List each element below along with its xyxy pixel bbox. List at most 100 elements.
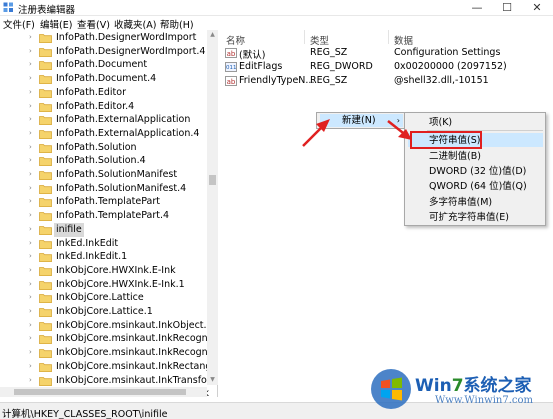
menu-file[interactable]: 文件(F) bbox=[3, 17, 35, 31]
column-header-name[interactable]: 名称 bbox=[226, 33, 245, 47]
folder-icon bbox=[39, 239, 52, 249]
expand-chevron-icon[interactable]: › bbox=[29, 212, 36, 219]
value-row[interactable]: ab FriendlyTypeN... REG_SZ @shell32.dll,-10… bbox=[222, 74, 553, 88]
tree-item[interactable]: › InkObjCore.Lattice bbox=[0, 291, 208, 305]
value-type: REG_SZ bbox=[310, 75, 348, 86]
tree-item-label: InkObjCore.msinkaut.InkRecognizerG bbox=[56, 333, 218, 345]
tree-item[interactable]: › InfoPath.TemplatePart.4 bbox=[0, 209, 208, 223]
close-button[interactable]: ✕ bbox=[522, 0, 552, 16]
expand-chevron-icon[interactable]: › bbox=[29, 198, 36, 205]
expand-chevron-icon[interactable]: › bbox=[29, 171, 36, 178]
expand-chevron-icon[interactable]: › bbox=[29, 253, 36, 260]
expand-chevron-icon[interactable]: › bbox=[29, 157, 36, 164]
submenu-item-binary-value[interactable]: 二进制值(B) bbox=[429, 150, 481, 163]
scroll-up-icon[interactable]: ▲ bbox=[207, 30, 218, 40]
submenu-item-key[interactable]: 项(K) bbox=[429, 116, 452, 129]
expand-chevron-icon[interactable]: › bbox=[29, 129, 36, 137]
folder-icon bbox=[39, 198, 52, 208]
tree-item[interactable]: › InfoPath.Editor.4 bbox=[0, 100, 208, 114]
expand-chevron-icon[interactable]: › bbox=[29, 88, 36, 96]
tree-item-label: InfoPath.Editor.4 bbox=[56, 100, 135, 112]
submenu-item-multi-string-value[interactable]: 多字符串值(M) bbox=[429, 196, 492, 209]
tree-item[interactable]: › InfoPath.SolutionManifest bbox=[0, 168, 208, 182]
tree-item[interactable]: › InkObjCore.HWXInk.E-Ink.1 bbox=[0, 278, 208, 292]
tree-item[interactable]: › InfoPath.TemplatePart bbox=[0, 195, 208, 209]
submenu-item-dword-value[interactable]: DWORD (32 位)值(D) bbox=[429, 165, 526, 178]
registry-key-tree[interactable]: › InfoPath.DesignerWordImport › InfoPath.De… bbox=[0, 30, 218, 397]
expand-chevron-icon[interactable]: › bbox=[29, 321, 36, 329]
site-watermark: Win7系统之家 Www.Winwin7.com bbox=[365, 363, 553, 417]
column-divider[interactable] bbox=[388, 30, 389, 44]
tree-item[interactable]: › InfoPath.Solution.4 bbox=[0, 154, 208, 168]
tree-horizontal-scrollbar[interactable] bbox=[0, 387, 207, 397]
menu-help[interactable]: 帮助(H) bbox=[160, 17, 194, 31]
watermark-brand: Win7系统之家 bbox=[415, 371, 532, 396]
tree-item[interactable]: › InkObjCore.msinkaut.InkObject.1 bbox=[0, 319, 213, 333]
scroll-down-icon[interactable]: ▼ bbox=[207, 375, 218, 385]
tree-item[interactable]: › InfoPath.ExternalApplication.4 bbox=[0, 127, 208, 141]
tree-item-label: InfoPath.Editor bbox=[56, 86, 126, 98]
expand-chevron-icon[interactable]: › bbox=[29, 143, 36, 151]
tree-item[interactable]: › InfoPath.SolutionManifest.4 bbox=[0, 182, 208, 196]
watermark-url: Www.Winwin7.com bbox=[435, 395, 533, 406]
value-row[interactable]: ab (默认) REG_SZ Configuration Settings bbox=[222, 46, 553, 61]
tree-item[interactable]: › InkObjCore.msinkaut.InkRecognizerG bbox=[0, 332, 217, 346]
expand-chevron-icon[interactable]: › bbox=[29, 335, 36, 342]
tree-item[interactable]: › InkObjCore.HWXInk.E-Ink bbox=[0, 264, 208, 278]
expand-chevron-icon[interactable]: › bbox=[29, 362, 36, 370]
expand-chevron-icon[interactable]: › bbox=[29, 239, 36, 247]
expand-chevron-icon[interactable]: › bbox=[29, 61, 36, 68]
expand-chevron-icon[interactable]: › bbox=[29, 75, 36, 82]
tree-item[interactable]: › InfoPath.DesignerWordImport.4 bbox=[0, 45, 208, 59]
menu-view[interactable]: 查看(V) bbox=[77, 17, 110, 31]
folder-icon bbox=[39, 266, 52, 276]
new-menu-item[interactable]: 新建(N) › bbox=[320, 114, 403, 127]
maximize-button[interactable]: ☐ bbox=[492, 0, 522, 16]
submenu-item-expandable-string-value[interactable]: 可扩充字符串值(E) bbox=[429, 211, 509, 224]
tree-item[interactable]: › InfoPath.Document.4 bbox=[0, 72, 208, 86]
tree-item[interactable]: › InfoPath.DesignerWordImport bbox=[0, 31, 208, 45]
expand-chevron-icon[interactable]: › bbox=[29, 184, 36, 192]
folder-icon bbox=[39, 321, 52, 331]
tree-item[interactable]: › InfoPath.ExternalApplication bbox=[0, 113, 208, 127]
minimize-button[interactable]: — bbox=[462, 0, 492, 16]
tree-item[interactable]: › InfoPath.Editor bbox=[0, 86, 208, 100]
expand-chevron-icon[interactable]: › bbox=[29, 266, 36, 274]
menu-favorites[interactable]: 收藏夹(A) bbox=[114, 17, 156, 31]
folder-icon bbox=[39, 157, 52, 167]
expand-chevron-icon[interactable]: › bbox=[29, 116, 36, 123]
expand-chevron-icon[interactable]: › bbox=[29, 280, 36, 288]
tree-vertical-scrollbar[interactable]: ▲ ▼ bbox=[207, 30, 218, 385]
tree-item[interactable]: › InkObjCore.Lattice.1 bbox=[0, 305, 208, 319]
expand-chevron-icon[interactable]: › bbox=[29, 47, 36, 55]
expand-chevron-icon[interactable]: › bbox=[29, 294, 36, 301]
menu-edit[interactable]: 编辑(E) bbox=[40, 17, 72, 31]
expand-chevron-icon[interactable]: › bbox=[29, 225, 36, 233]
tree-item[interactable]: › InkObjCore.msinkaut.InkTransform.1 bbox=[0, 374, 217, 388]
tree-item[interactable]: › InkObjCore.msinkaut.InkRectangle.1 bbox=[0, 360, 217, 374]
expand-chevron-icon[interactable]: › bbox=[29, 376, 36, 384]
scrollbar-thumb[interactable] bbox=[14, 389, 186, 395]
tree-item[interactable]: › InkObjCore.msinkaut.InkRecognizers. bbox=[0, 346, 217, 360]
tree-item[interactable]: › InkEd.InkEdit.1 bbox=[0, 250, 208, 264]
expand-chevron-icon[interactable]: › bbox=[29, 34, 36, 41]
column-header-type[interactable]: 类型 bbox=[310, 33, 329, 47]
tree-item-label: InfoPath.Solution bbox=[56, 141, 137, 153]
expand-chevron-icon[interactable]: › bbox=[29, 308, 36, 315]
expand-chevron-icon[interactable]: › bbox=[29, 349, 36, 356]
expand-chevron-icon[interactable]: › bbox=[29, 102, 36, 110]
tree-item[interactable]: › InkEd.InkEdit bbox=[0, 237, 208, 251]
column-header-data[interactable]: 数据 bbox=[394, 33, 413, 47]
tree-item-label: InfoPath.SolutionManifest.4 bbox=[56, 182, 187, 194]
tree-item[interactable]: › inifile bbox=[0, 222, 208, 237]
tree-item[interactable]: › InfoPath.Document bbox=[0, 58, 208, 72]
tree-item-label: InfoPath.TemplatePart bbox=[56, 196, 160, 208]
column-divider[interactable] bbox=[304, 30, 305, 44]
folder-icon bbox=[39, 376, 52, 386]
submenu-item-qword-value[interactable]: QWORD (64 位)值(Q) bbox=[429, 180, 527, 193]
value-row[interactable]: 011 EditFlags REG_DWORD 0x00200000 (2097152… bbox=[222, 60, 553, 74]
scrollbar-thumb[interactable] bbox=[209, 175, 216, 185]
value-type: REG_DWORD bbox=[310, 61, 373, 72]
tree-item-label: InkObjCore.Lattice.1 bbox=[56, 306, 153, 317]
tree-item[interactable]: › InfoPath.Solution bbox=[0, 141, 208, 155]
